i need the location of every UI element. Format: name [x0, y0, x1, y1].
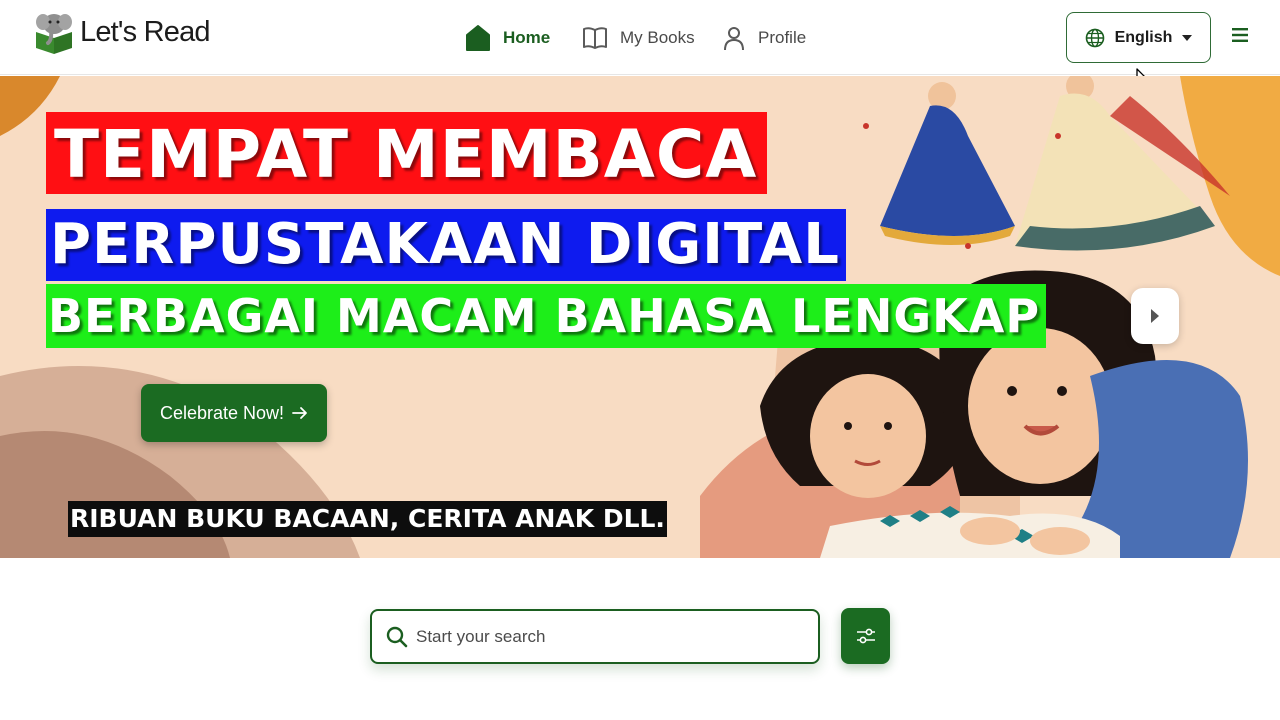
- globe-icon: [1085, 28, 1104, 47]
- sliders-icon: [856, 628, 875, 644]
- caret-right-icon: [1151, 309, 1159, 323]
- logo[interactable]: Let's Read: [32, 10, 211, 54]
- nav-home[interactable]: Home: [465, 18, 550, 58]
- language-selected: English: [1114, 28, 1173, 46]
- caret-down-icon: [1182, 34, 1193, 41]
- search-input[interactable]: [416, 626, 796, 647]
- open-book-icon: [583, 27, 607, 49]
- logo-text: Let's Read: [80, 15, 211, 48]
- overlay-title-green: BERBAGAI MACAM BAHASA LENGKAP: [46, 284, 1047, 348]
- arrow-right-icon: [292, 407, 307, 419]
- hero-banner: TEMPAT MEMBACA PERPUSTAKAAN DIGITAL BERB…: [0, 76, 1280, 558]
- carousel-next-button[interactable]: [1131, 288, 1179, 344]
- person-icon: [724, 27, 744, 51]
- top-navbar: Let's Read Home My Books Profile English: [0, 0, 1280, 75]
- celebrate-now-button[interactable]: Celebrate Now!: [141, 384, 327, 442]
- elephant-book-logo-icon: [36, 14, 72, 54]
- nav-home-label: Home: [503, 28, 551, 47]
- nav-profile-label: Profile: [758, 28, 807, 47]
- search-bar: [370, 609, 820, 664]
- hamburger-icon[interactable]: [1230, 26, 1252, 44]
- nav-my-books[interactable]: My Books: [582, 18, 695, 58]
- search-icon: [386, 626, 408, 647]
- celebrate-now-label: Celebrate Now!: [159, 402, 285, 423]
- nav-my-books-label: My Books: [620, 28, 695, 47]
- overlay-title-blue: PERPUSTAKAAN DIGITAL: [46, 209, 846, 281]
- nav-profile[interactable]: Profile: [722, 18, 806, 58]
- overlay-title-red: TEMPAT MEMBACA: [46, 112, 768, 194]
- language-selector[interactable]: English: [1066, 12, 1211, 63]
- video-caption: RIBUAN BUKU BACAAN, CERITA ANAK DLL.: [68, 501, 667, 537]
- filter-button[interactable]: [841, 608, 890, 664]
- house-icon: [466, 25, 490, 51]
